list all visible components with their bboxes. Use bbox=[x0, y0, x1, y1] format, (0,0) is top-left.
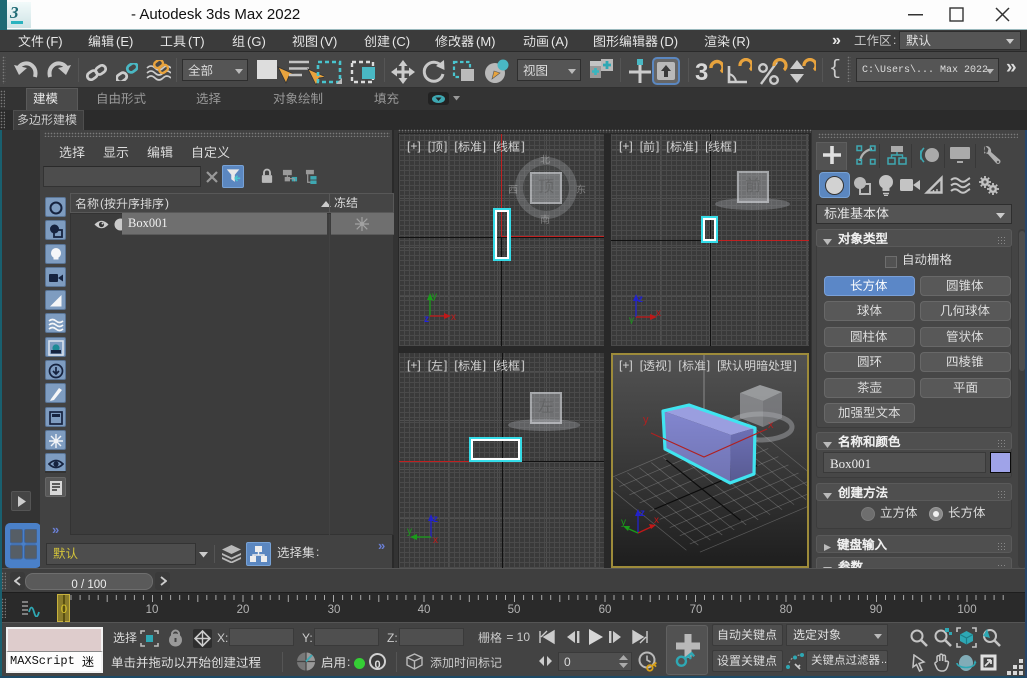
svg-text:x: x bbox=[433, 535, 438, 544]
svg-text:z: z bbox=[424, 314, 429, 323]
svg-text:y: y bbox=[643, 414, 649, 426]
svg-text:y: y bbox=[621, 517, 626, 528]
svg-text:y: y bbox=[432, 291, 437, 302]
svg-text:z: z bbox=[638, 294, 643, 305]
svg-text:y: y bbox=[629, 315, 634, 324]
svg-text:x: x bbox=[654, 515, 659, 526]
svg-text:z: z bbox=[640, 508, 645, 519]
svg-text:x: x bbox=[451, 312, 456, 323]
svg-text:z: z bbox=[433, 514, 438, 525]
svg-text:y: y bbox=[407, 526, 412, 537]
svg-text:3: 3 bbox=[695, 59, 708, 86]
svg-text:x: x bbox=[656, 308, 661, 319]
